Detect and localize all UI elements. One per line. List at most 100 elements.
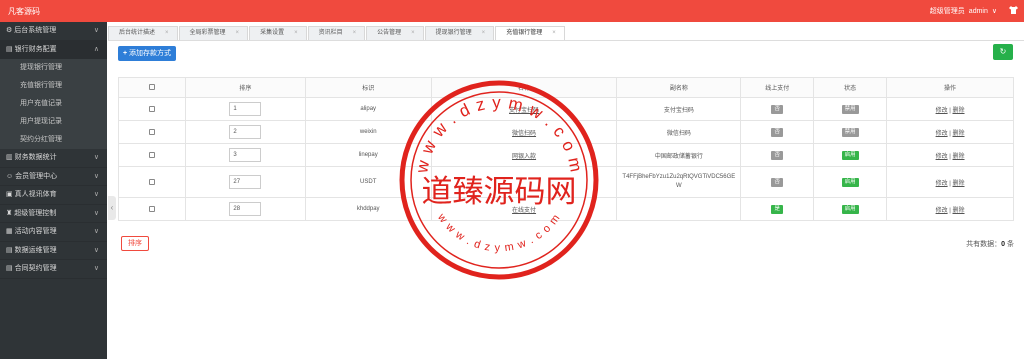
tab-collect[interactable]: 采集设置 × [249,26,307,40]
sidebar-item-label: 合同契约管理 [14,265,57,272]
subname-cell: 中国邮政储蓄银行 [616,143,742,167]
online-cell: 否 [740,120,815,144]
shirt-icon[interactable] [1009,6,1018,16]
close-icon[interactable]: × [552,30,556,36]
tab-lottery[interactable]: 全局彩票管理 × [178,26,249,40]
sidebar-item-members[interactable]: ☺ 会员管理中心 ∨ [0,168,107,186]
row-checkbox[interactable] [148,128,155,135]
sidebar-item-activities[interactable]: ▦ 活动内容管理 ∨ [0,223,107,242]
close-icon[interactable]: × [353,30,357,36]
action-separator: | [949,153,951,160]
sort-input[interactable]: 2 [229,125,262,139]
status-badge: 启用 [841,177,859,187]
sidebar-item-live-sports[interactable]: ▣ 真人视讯体育 ∨ [0,186,107,205]
close-icon[interactable]: × [236,30,240,36]
database-icon: ▤ [6,246,13,254]
sort-input[interactable]: 28 [229,202,262,216]
user-role: 超级管理员 [929,8,965,15]
row-select-cell [118,97,186,121]
tab-notice[interactable]: 公告管理 × [366,26,424,40]
subname-cell [616,197,742,221]
status-cell: 禁用 [813,97,888,121]
user-menu[interactable]: admin [969,8,988,15]
sort-cell: 3 [184,143,306,167]
sort-cell: 1 [184,97,306,121]
sort-cell: 2 [184,120,306,144]
sidebar-subitem-withdraw-bank[interactable]: 提现银行管理 [0,59,107,77]
tab-stats[interactable]: 后台统计描述 × [108,26,178,40]
brand-logo[interactable]: 凡客源码 [8,6,40,17]
chevron-down-icon[interactable]: ∨ [992,7,997,15]
tab-deposit-bank[interactable]: 充值银行管理 × [495,26,565,40]
video-icon: ▣ [6,191,13,198]
tab-label: 公告管理 [377,30,402,36]
sidebar-item-super-admin[interactable]: ♜ 超级管理控制 ∨ [0,205,107,223]
add-button-label: 添加存款方式 [129,50,172,57]
sort-cell: 28 [184,197,306,221]
sort-input[interactable]: 1 [229,102,262,116]
online-badge: 否 [771,150,783,160]
status-cell: 启用 [813,197,888,221]
column-header: 状态 [813,77,888,98]
row-checkbox[interactable] [148,151,155,158]
row-checkbox[interactable] [148,205,155,212]
close-icon[interactable]: × [294,30,298,36]
select-all-cell[interactable] [118,77,186,98]
row-select-cell [118,120,186,144]
delete-link[interactable]: 删除 [953,208,965,214]
online-badge: 否 [771,127,783,137]
sidebar-collapse-handle[interactable]: ‹ [108,196,116,220]
sidebar: ⚙ 后台系统管理 ∨ ▤ 银行财务配置 ∧ 提现银行管理 充值银行管理 用户充值… [0,22,107,359]
sidebar-item-bank[interactable]: ▤ 银行财务配置 ∧ [0,40,107,59]
row-checkbox[interactable] [148,105,155,112]
sidebar-item-label: 银行财务配置 [14,45,57,53]
row-checkbox[interactable] [148,178,155,185]
add-deposit-method-button[interactable]: + 添加存款方式 [118,46,177,61]
delete-link[interactable]: 删除 [953,131,965,137]
edit-link[interactable]: 修改 [936,181,948,187]
plus-icon: + [123,50,128,57]
edit-link[interactable]: 修改 [936,154,948,160]
sidebar-item-system[interactable]: ⚙ 后台系统管理 ∨ [0,22,107,41]
chevron-down-icon: ∨ [93,154,99,161]
sidebar-subitem-withdraw-records[interactable]: 用户提现记录 [0,113,107,131]
refresh-button[interactable]: ↻ [993,44,1013,60]
sidebar-item-label: 会员管理中心 [15,172,58,180]
sort-button[interactable]: 排序 [121,236,149,251]
stamp-center-text: 道臻源码网 [422,174,577,210]
sidebar-item-label: 真人视讯体育 [14,191,57,198]
tab-label: 资讯栏目 [318,30,343,36]
edit-link[interactable]: 修改 [936,208,948,214]
online-cell: 否 [740,143,815,167]
delete-link[interactable]: 删除 [953,108,965,114]
sort-input[interactable]: 3 [229,148,262,162]
tab-news[interactable]: 资讯栏目 × [307,26,366,40]
close-icon[interactable]: × [482,30,486,36]
sidebar-item-ops[interactable]: ▤ 数据运维管理 ∨ [0,242,107,260]
column-header: 副名称 [616,77,742,98]
edit-link[interactable]: 修改 [936,108,948,114]
sidebar-item-finance-stats[interactable]: ▥ 财务数据统计 ∨ [0,149,107,168]
subname-cell: 支付宝扫码 [616,97,742,121]
close-icon[interactable]: × [411,30,415,36]
chevron-down-icon: ∨ [93,209,99,217]
delete-link[interactable]: 删除 [953,154,965,160]
sidebar-subitem-deposit-records[interactable]: 用户充值记录 [0,95,107,113]
chevron-down-icon: ∨ [93,27,99,34]
row-select-cell [118,166,186,198]
chevron-down-icon: ∨ [93,265,99,272]
sort-input[interactable]: 27 [229,175,262,189]
sidebar-item-label: 超级管理控制 [14,209,57,217]
document-icon: ▤ [6,265,13,272]
subname-cell: T4FFjBheFbYzu1Zu2qRtQVGTiVDC56GEW [616,166,742,198]
close-icon[interactable]: × [165,30,169,36]
sidebar-subitem-dividends[interactable]: 契约分红管理 [0,131,107,149]
sidebar-subitem-deposit-bank[interactable]: 充值银行管理 [0,77,107,95]
select-all-checkbox[interactable] [148,84,155,91]
lock-icon: ♜ [6,209,13,217]
edit-link[interactable]: 修改 [936,131,948,137]
online-badge: 否 [771,177,783,187]
tab-withdraw-bank[interactable]: 提现银行管理 × [424,26,495,40]
sidebar-item-contracts[interactable]: ▤ 合同契约管理 ∨ [0,260,107,279]
delete-link[interactable]: 删除 [953,181,965,187]
